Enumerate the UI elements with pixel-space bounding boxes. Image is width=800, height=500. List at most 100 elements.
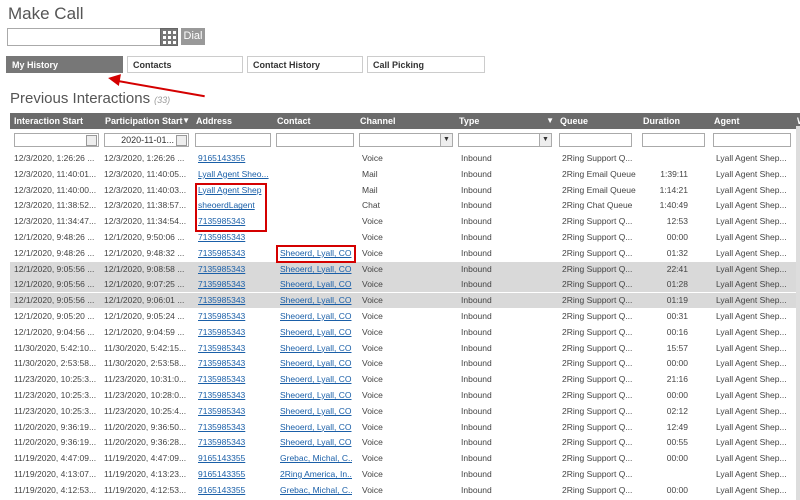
col-contact[interactable]: Contact (273, 113, 357, 129)
filter-agent[interactable] (713, 133, 791, 147)
address-link[interactable]: 9165143355 (198, 469, 245, 479)
filter-address[interactable] (195, 133, 271, 147)
contact-link[interactable]: Sheoerd, Lyall, CO (280, 311, 352, 321)
address-link[interactable]: 7135985343 (198, 232, 245, 242)
tab-call-picking[interactable]: Call Picking (367, 56, 485, 73)
address-link[interactable]: 7135985343 (198, 343, 245, 353)
col-queue[interactable]: Queue (556, 113, 640, 129)
table-row[interactable]: 11/19/2020, 4:13:07... 11/19/2020, 4:13:2… (10, 467, 800, 482)
table-row[interactable]: 11/30/2020, 5:42:10... 11/30/2020, 5:42:1… (10, 341, 800, 356)
table-row[interactable]: 11/19/2020, 4:12:53... 11/19/2020, 4:12:5… (10, 483, 800, 498)
dial-number-input[interactable] (7, 28, 161, 46)
contact-link[interactable]: Sheoerd, Lyall, CO (280, 264, 352, 274)
table-row[interactable]: 11/19/2020, 4:47:09... 11/19/2020, 4:47:0… (10, 451, 800, 466)
col-label: Interaction Start (14, 116, 84, 126)
address-link[interactable]: 7135985343 (198, 248, 245, 258)
keypad-icon[interactable] (160, 28, 178, 46)
col-address[interactable]: Address (192, 113, 274, 129)
table-row[interactable]: 11/30/2020, 2:53:58... 11/30/2020, 2:53:5… (10, 356, 800, 371)
table-row[interactable]: 12/1/2020, 9:48:26 ... 12/1/2020, 9:50:06… (10, 230, 800, 245)
address-link[interactable]: 7135985343 (198, 327, 245, 337)
col-channel[interactable]: Channel (356, 113, 456, 129)
address-link[interactable]: 7135985343 (198, 374, 245, 384)
table-row[interactable]: 11/20/2020, 9:36:19... 11/20/2020, 9:36:5… (10, 420, 800, 435)
filter-interaction-start[interactable] (14, 133, 99, 147)
contact-link[interactable]: Sheoerd, Lyall, CO (280, 358, 352, 368)
contact-link[interactable]: Sheoerd, Lyall, CO (280, 327, 352, 337)
address-link[interactable]: 7135985343 (198, 358, 245, 368)
address-link[interactable]: 9165143355 (198, 485, 245, 495)
contact-link[interactable]: Sheoerd, Lyall, CO (280, 248, 352, 258)
contact-link[interactable]: Sheoerd, Lyall, CO (280, 343, 352, 353)
cell-contact: Sheoerd, Lyall, CO (280, 420, 352, 435)
filter-duration[interactable] (642, 133, 705, 147)
address-link[interactable]: sheoerdLagent (198, 200, 255, 210)
address-link[interactable]: 7135985343 (198, 390, 245, 400)
dial-button[interactable]: Dial (181, 28, 205, 45)
filter-participation-start[interactable]: 2020-11-01... (104, 133, 189, 147)
calendar-icon[interactable] (176, 135, 187, 146)
cell-queue: 2Ring Support Q... (562, 484, 633, 495)
address-link[interactable]: 7135985343 (198, 311, 245, 321)
table-row[interactable]: 12/3/2020, 11:40:01... 12/3/2020, 11:40:0… (10, 167, 800, 182)
calendar-icon[interactable] (86, 135, 97, 146)
address-link[interactable]: Lyall Agent Shep (198, 185, 261, 195)
address-link[interactable]: Lyall Agent Sheo... (198, 169, 269, 179)
table-row[interactable]: 12/3/2020, 1:26:26 ... 12/3/2020, 1:26:26… (10, 151, 800, 166)
col-duration[interactable]: Duration (639, 113, 711, 129)
cell-participation-start: 12/1/2020, 9:50:06 ... (104, 232, 185, 242)
tab-contacts[interactable]: Contacts (127, 56, 243, 73)
contact-link[interactable]: Grebac, Michal, C... (280, 485, 352, 495)
filter-contact[interactable] (276, 133, 354, 147)
tab-contact-history[interactable]: Contact History (247, 56, 363, 73)
table-row[interactable]: 11/23/2020, 10:25:3... 11/23/2020, 10:31:… (10, 372, 800, 387)
cell-duration: 1:14:21 (659, 184, 688, 195)
cell-contact: Sheoerd, Lyall, CO (280, 277, 352, 292)
contact-link[interactable]: 2Ring America, In... (280, 469, 352, 479)
table-row[interactable]: 11/23/2020, 10:25:3... 11/23/2020, 10:28:… (10, 388, 800, 403)
contact-link[interactable]: Sheoerd, Lyall, CO (280, 406, 352, 416)
col-participation-start[interactable]: Participation Start ▼ (101, 113, 193, 129)
address-link[interactable]: 7135985343 (198, 422, 245, 432)
address-link[interactable]: 7135985343 (198, 406, 245, 416)
cell-agent: Lyall Agent Shep... (716, 200, 787, 211)
table-row[interactable]: 12/1/2020, 9:05:56 ... 12/1/2020, 9:07:25… (10, 277, 800, 293)
dropdown-arrow-icon[interactable]: ▼ (539, 134, 551, 146)
cell-type: Inbound (461, 326, 492, 337)
address-link[interactable]: 9165143355 (198, 453, 245, 463)
contact-link[interactable]: Sheoerd, Lyall, CO (280, 374, 352, 384)
table-row[interactable]: 11/23/2020, 10:25:3... 11/23/2020, 10:25:… (10, 404, 800, 419)
col-agent[interactable]: Agent (710, 113, 794, 129)
contact-link[interactable]: Sheoerd, Lyall, CO (280, 422, 352, 432)
contact-link[interactable]: Sheoerd, Lyall, CO (280, 279, 352, 289)
address-link[interactable]: 7135985343 (198, 437, 245, 447)
contact-link[interactable]: Sheoerd, Lyall, CO (280, 390, 352, 400)
table-row[interactable]: 12/3/2020, 11:40:00... 12/3/2020, 11:40:0… (10, 183, 800, 198)
table-row[interactable]: 12/1/2020, 9:05:56 ... 12/1/2020, 9:08:58… (10, 261, 800, 277)
tab-my-history[interactable]: My History (6, 56, 123, 73)
table-row[interactable]: 12/1/2020, 9:05:56 ... 12/1/2020, 9:06:01… (10, 293, 800, 309)
table-row[interactable]: 12/1/2020, 9:05:20 ... 12/1/2020, 9:05:24… (10, 309, 800, 324)
table-row[interactable]: 12/3/2020, 11:34:47... 12/3/2020, 11:34:5… (10, 214, 800, 229)
address-link[interactable]: 7135985343 (198, 279, 245, 289)
filter-queue[interactable] (559, 133, 632, 147)
address-link[interactable]: 7135985343 (198, 264, 245, 274)
table-row[interactable]: 12/1/2020, 9:04:56 ... 12/1/2020, 9:04:59… (10, 325, 800, 340)
contact-link[interactable]: Sheoerd, Lyall, CO (280, 295, 352, 305)
filter-channel[interactable]: ▼ (359, 133, 453, 147)
table-row[interactable]: 12/3/2020, 11:38:52... 12/3/2020, 11:38:5… (10, 198, 800, 213)
col-type[interactable]: Type ▼ (455, 113, 557, 129)
contact-link[interactable]: Grebac, Michal, C... (280, 453, 352, 463)
address-link[interactable]: 7135985343 (198, 216, 245, 226)
col-label: Duration (643, 116, 680, 126)
table-row[interactable]: 12/1/2020, 9:48:26 ... 12/1/2020, 9:48:32… (10, 246, 800, 261)
scrollbar[interactable] (796, 126, 800, 500)
dropdown-arrow-icon[interactable]: ▼ (440, 134, 452, 146)
filter-type[interactable]: ▼ (458, 133, 552, 147)
address-link[interactable]: 7135985343 (198, 295, 245, 305)
cell-agent: Lyall Agent Shep... (716, 153, 787, 163)
contact-link[interactable]: Sheoerd, Lyall, CO (280, 437, 352, 447)
table-row[interactable]: 11/20/2020, 9:36:19... 11/20/2020, 9:36:2… (10, 435, 800, 450)
address-link[interactable]: 9165143355 (198, 153, 245, 163)
col-interaction-start[interactable]: Interaction Start (10, 113, 102, 129)
